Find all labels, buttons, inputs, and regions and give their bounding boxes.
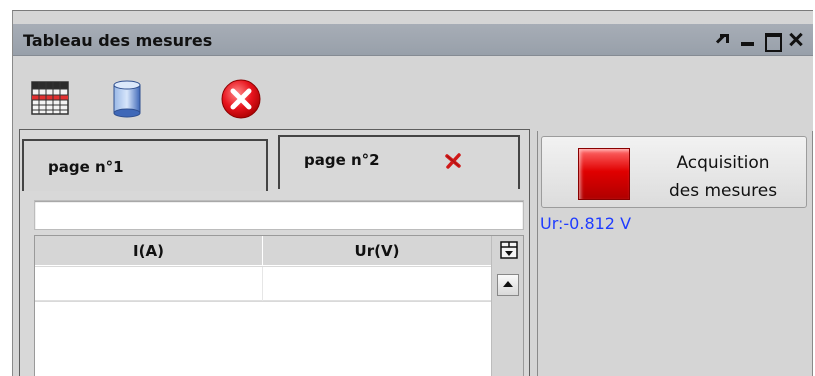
- column-header-voltage[interactable]: Ur(V): [263, 236, 491, 266]
- acquisition-label-line1: Acquisition: [676, 153, 770, 173]
- red-x-circle-icon: [221, 79, 261, 119]
- pages-panel: page n°1 page n°2 I(A) Ur(V): [19, 129, 530, 376]
- close-icon[interactable]: [787, 30, 805, 48]
- table-button[interactable]: [29, 77, 73, 121]
- table-row[interactable]: [35, 267, 491, 301]
- voltage-readout: Ur:-0.812 V: [540, 214, 632, 233]
- tab-content: I(A) Ur(V): [34, 190, 530, 376]
- table-cell[interactable]: [35, 267, 263, 301]
- column-chooser-icon[interactable]: [500, 241, 518, 259]
- database-cylinder-icon: [113, 80, 141, 118]
- table-cell[interactable]: [263, 267, 491, 301]
- window-titlebar[interactable]: Tableau des mesures: [13, 24, 813, 56]
- tab-page-1[interactable]: page n°1: [22, 139, 268, 191]
- acquisition-panel: Acquisition des mesures Ur:-0.812 V: [537, 131, 813, 376]
- tab-label: page n°1: [48, 158, 124, 176]
- table-body: [35, 302, 491, 376]
- window-controls: [715, 30, 805, 52]
- table-header: I(A) Ur(V): [35, 236, 491, 266]
- vertical-scrollbar[interactable]: [491, 236, 523, 376]
- column-header-current[interactable]: I(A): [35, 236, 263, 266]
- measurements-table: I(A) Ur(V): [34, 235, 524, 376]
- filter-input[interactable]: [34, 200, 524, 230]
- acquisition-label-line2: des mesures: [668, 181, 778, 201]
- tab-page-2[interactable]: page n°2: [278, 135, 520, 189]
- window-title: Tableau des mesures: [23, 31, 213, 50]
- tab-close-icon[interactable]: [444, 152, 462, 170]
- database-button[interactable]: [105, 77, 149, 121]
- maximize-icon[interactable]: [763, 30, 782, 52]
- pin-icon[interactable]: [715, 30, 733, 48]
- minimize-icon[interactable]: [739, 30, 757, 48]
- acquisition-label: Acquisition des mesures: [638, 149, 808, 205]
- table-grid-icon: [31, 81, 69, 115]
- record-square-icon: [578, 148, 630, 200]
- tab-label: page n°2: [304, 151, 380, 169]
- stop-button[interactable]: [219, 77, 263, 121]
- scroll-up-button[interactable]: [497, 274, 519, 296]
- toolbar: [13, 57, 813, 137]
- acquisition-button[interactable]: Acquisition des mesures: [541, 136, 807, 208]
- measurements-window: Tableau des mesures page n°1 page n°2 I(…: [12, 10, 813, 376]
